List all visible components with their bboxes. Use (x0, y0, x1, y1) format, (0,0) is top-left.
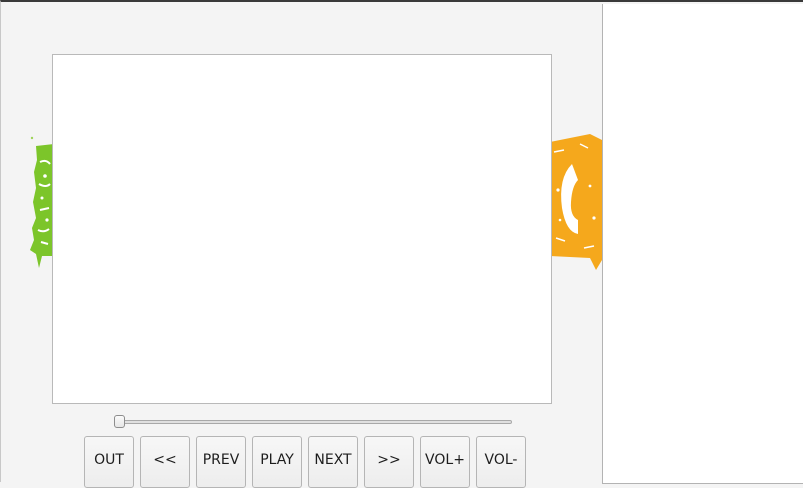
seek-slider-handle[interactable] (114, 415, 125, 428)
volume-up-button[interactable]: VOL+ (420, 436, 470, 488)
seek-slider[interactable] (114, 414, 512, 430)
play-button[interactable]: PLAY (252, 436, 302, 488)
previous-button[interactable]: PREV (196, 436, 246, 488)
out-button[interactable]: OUT (84, 436, 134, 488)
playback-controls: OUT << PREV PLAY NEXT >> VOL+ VOL- (84, 436, 526, 488)
next-button[interactable]: NEXT (308, 436, 358, 488)
rewind-button[interactable]: << (140, 436, 190, 488)
media-player-window: OUT << PREV PLAY NEXT >> VOL+ VOL- (0, 0, 803, 488)
orange-graffiti-art (550, 134, 602, 270)
playlist-panel[interactable] (602, 4, 803, 484)
green-graffiti-art (30, 136, 54, 268)
video-display[interactable] (52, 54, 552, 404)
seek-slider-track[interactable] (114, 420, 512, 424)
fast-forward-button[interactable]: >> (364, 436, 414, 488)
volume-down-button[interactable]: VOL- (476, 436, 526, 488)
